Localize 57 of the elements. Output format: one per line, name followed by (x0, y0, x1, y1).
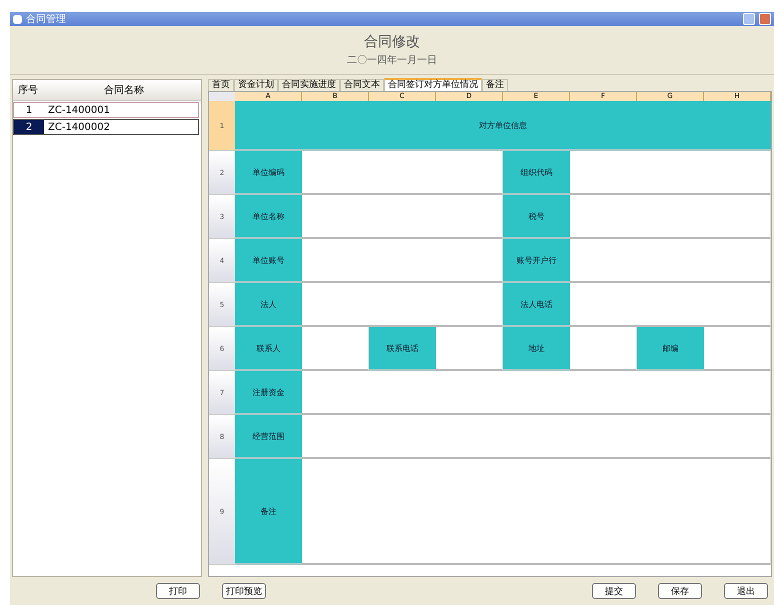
tab[interactable]: 合同实施进度 (278, 79, 340, 91)
table-cell: 2 (14, 120, 44, 134)
field-label: 邮编 (637, 327, 704, 371)
tab[interactable]: 合同签订对方单位情况 (384, 78, 482, 91)
field-label: 账号开户行 (503, 239, 570, 283)
field-label: 地址 (503, 327, 570, 371)
form-title: 合同修改 (364, 33, 420, 51)
field-label: 组织代码 (503, 151, 570, 195)
input-field[interactable] (302, 151, 503, 195)
input-field[interactable] (302, 195, 503, 239)
tab[interactable]: 备注 (482, 79, 508, 91)
input-field[interactable] (570, 327, 637, 371)
field-label: 对方单位信息 (235, 101, 771, 151)
input-field[interactable] (570, 283, 771, 327)
input-field[interactable] (302, 239, 503, 283)
minimize-icon[interactable] (743, 13, 755, 25)
table-cell-text: ZC-1400001 (47, 104, 111, 116)
form-date: 二〇一四年一月一日 (347, 54, 437, 67)
field-label: 单位名称 (235, 195, 302, 239)
table-cell-text: 1 (24, 104, 34, 116)
action-button[interactable]: 保存 (658, 583, 702, 599)
app-icon (13, 14, 22, 24)
input-field[interactable] (570, 239, 771, 283)
column-header: 序号 (17, 84, 39, 97)
field-label: 单位账号 (235, 239, 302, 283)
field-label: 税号 (503, 195, 570, 239)
list-row[interactable]: 1 ZC-1400001 (13, 102, 199, 118)
tab[interactable]: 合同文本 (340, 79, 384, 91)
field-label: 联系电话 (369, 327, 436, 371)
field-label: 法人 (235, 283, 302, 327)
action-button[interactable]: 提交 (592, 583, 636, 599)
tab[interactable]: 资金计划 (234, 79, 278, 91)
input-field[interactable] (704, 327, 771, 371)
action-button[interactable]: 退出 (724, 583, 768, 599)
window-title: 合同管理 (26, 13, 66, 26)
input-field[interactable] (302, 327, 369, 371)
field-label: 经营范围 (235, 415, 302, 459)
field-label: 备注 (235, 459, 302, 565)
table-cell-text: ZC-1400002 (47, 122, 111, 132)
input-field[interactable] (436, 327, 503, 371)
sheet-corner[interactable] (209, 92, 235, 101)
input-field[interactable] (302, 283, 503, 327)
print-preview-button[interactable]: 打印预览 (222, 583, 266, 599)
input-field[interactable] (570, 195, 771, 239)
close-icon[interactable] (759, 13, 771, 25)
field-label: 法人电话 (503, 283, 570, 327)
column-header: 合同名称 (103, 84, 145, 97)
print-button[interactable]: 打印 (156, 583, 200, 599)
input-field[interactable] (302, 459, 771, 565)
input-field[interactable] (570, 151, 771, 195)
input-field[interactable] (302, 371, 771, 415)
list-row[interactable]: 2 ZC-1400002 (13, 119, 199, 135)
field-label: 联系人 (235, 327, 302, 371)
input-field[interactable] (302, 415, 771, 459)
tab[interactable]: 首页 (208, 79, 234, 91)
field-label: 单位编码 (235, 151, 302, 195)
field-label: 注册资金 (235, 371, 302, 415)
